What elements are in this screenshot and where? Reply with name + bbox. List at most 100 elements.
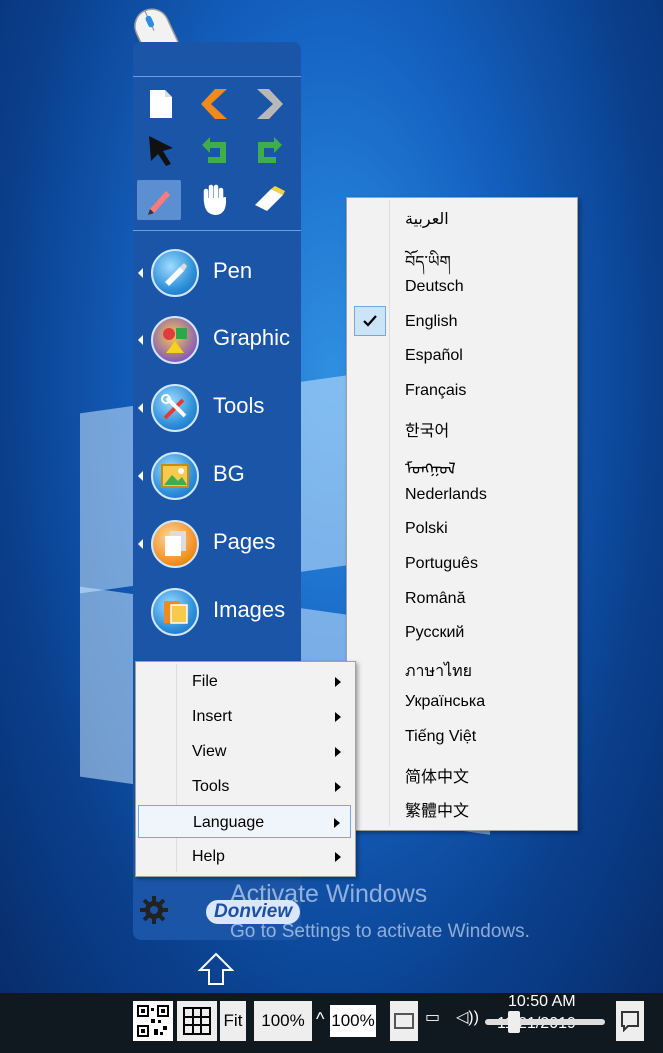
category-bg[interactable]: BG <box>133 446 301 506</box>
redo-icon <box>258 137 282 163</box>
language-label: Français <box>405 382 467 399</box>
clock-time[interactable]: 10:50 AM <box>508 993 576 1011</box>
submenu-arrow-icon <box>335 852 341 862</box>
language-label: ภาษาไทย <box>405 662 473 680</box>
language-label: Українська <box>405 693 486 711</box>
eraser-button[interactable] <box>247 180 291 220</box>
toolbar-divider <box>133 230 301 231</box>
language-label: Română <box>405 589 466 607</box>
language-item[interactable]: བོད་ཡིག <box>349 236 575 271</box>
submenu-arrow-icon <box>334 818 340 828</box>
qr-code-button[interactable] <box>133 1001 173 1041</box>
undo-button[interactable] <box>193 131 237 171</box>
gear-icon[interactable] <box>139 895 169 925</box>
language-item[interactable]: ภาษาไทย <box>349 651 575 684</box>
expand-arrow-icon <box>138 403 143 413</box>
language-item[interactable]: العربية <box>349 201 575 234</box>
language-item[interactable]: Nederlands <box>349 478 575 511</box>
menu-item-view[interactable]: View <box>138 735 351 768</box>
qr-code-icon <box>137 1005 169 1037</box>
language-item[interactable]: Русский <box>349 616 575 649</box>
notification-icon <box>621 1011 639 1032</box>
category-images[interactable]: Images <box>133 582 301 642</box>
category-pages[interactable]: Pages <box>133 514 301 574</box>
redo-button[interactable] <box>247 131 291 171</box>
category-label: Pages <box>213 529 276 554</box>
pointer-arrow-icon <box>149 136 173 166</box>
language-item[interactable]: Français <box>349 374 575 407</box>
up-arrow-icon[interactable] <box>198 952 234 986</box>
language-label: Português <box>405 555 478 572</box>
language-item[interactable]: Español <box>349 339 575 372</box>
pages-icon <box>151 520 199 568</box>
network-icon[interactable]: ▭ <box>425 1007 440 1027</box>
category-tools[interactable]: Tools <box>133 378 301 438</box>
language-label: 简体中文 <box>405 768 470 786</box>
grid-button[interactable] <box>177 1001 217 1041</box>
menu-item-tools[interactable]: Tools <box>138 770 351 803</box>
language-item[interactable]: ᠮᠣᠩᠭᠣᠯ <box>349 443 575 478</box>
language-label: 한국어 <box>405 422 450 440</box>
language-label: Tiếng Việt <box>405 728 477 745</box>
submenu-arrow-icon <box>335 712 341 722</box>
checkmark-icon <box>354 305 386 336</box>
category-pen[interactable]: Pen <box>133 243 301 303</box>
language-item[interactable]: English <box>349 305 575 338</box>
next-page-button[interactable] <box>247 84 291 124</box>
menu-item-insert[interactable]: Insert <box>138 700 351 733</box>
grid-icon <box>183 1007 211 1035</box>
chevron-left-icon <box>201 89 227 119</box>
capture-icon <box>394 1013 414 1029</box>
language-label: Español <box>405 347 463 365</box>
pen-tool-button[interactable] <box>137 180 181 220</box>
submenu-arrow-icon <box>335 782 341 792</box>
category-label: Tools <box>213 393 265 418</box>
language-item[interactable]: Deutsch <box>349 270 575 303</box>
menu-item-language[interactable]: Language <box>138 805 351 838</box>
zoom-button[interactable]: 100% <box>254 1001 312 1041</box>
hand-icon <box>203 184 226 215</box>
language-item[interactable]: 简体中文 <box>349 755 575 788</box>
graphic-icon <box>151 316 199 364</box>
menu-item-label: Language <box>193 814 265 831</box>
language-label: 繁體中文 <box>405 803 470 821</box>
menu-item-label: File <box>192 673 218 690</box>
undo-icon <box>202 137 226 163</box>
category-label: Images <box>213 597 286 622</box>
notification-button[interactable] <box>616 1001 644 1041</box>
tools-icon <box>151 384 199 432</box>
submenu-arrow-icon <box>335 677 341 687</box>
slider-track[interactable] <box>485 1019 605 1025</box>
taskbar: Fit 100% ^ 100% ▭ ◁)) 10:50 AM 11/21/201… <box>0 993 663 1053</box>
language-item[interactable]: Română <box>349 582 575 615</box>
language-item[interactable]: Tiếng Việt <box>349 720 575 753</box>
pen-icon <box>151 249 199 297</box>
language-item[interactable]: 繁體中文 <box>349 789 575 822</box>
slider-thumb[interactable] <box>508 1011 520 1033</box>
previous-page-button[interactable] <box>193 84 237 124</box>
screen-capture-button[interactable] <box>390 1001 418 1041</box>
volume-icon[interactable]: ◁)) <box>456 1007 479 1027</box>
category-label: BG <box>213 461 245 486</box>
category-graphic[interactable]: Graphic <box>133 310 301 370</box>
new-page-button[interactable] <box>139 84 183 124</box>
background-icon <box>151 452 199 500</box>
chevron-up-icon[interactable]: ^ <box>316 1009 324 1030</box>
language-item[interactable]: Українська <box>349 685 575 718</box>
menu-item-help[interactable]: Help <box>138 840 351 873</box>
language-label: Deutsch <box>405 278 464 296</box>
menu-item-label: Tools <box>192 778 230 795</box>
select-button[interactable] <box>139 131 183 171</box>
language-label: Русский <box>405 624 465 642</box>
zoom-field[interactable]: 100% <box>330 1005 376 1037</box>
chevron-right-icon <box>257 89 283 119</box>
language-item[interactable]: Português <box>349 547 575 580</box>
hand-tool-button[interactable] <box>193 180 237 220</box>
menu-item-label: Insert <box>192 708 233 725</box>
expand-arrow-icon <box>138 268 143 278</box>
fit-button[interactable]: Fit <box>220 1001 246 1041</box>
menu-item-file[interactable]: File <box>138 665 351 698</box>
language-item[interactable]: Polski <box>349 512 575 545</box>
language-label: Nederlands <box>405 485 487 503</box>
language-item[interactable]: 한국어 <box>349 409 575 442</box>
